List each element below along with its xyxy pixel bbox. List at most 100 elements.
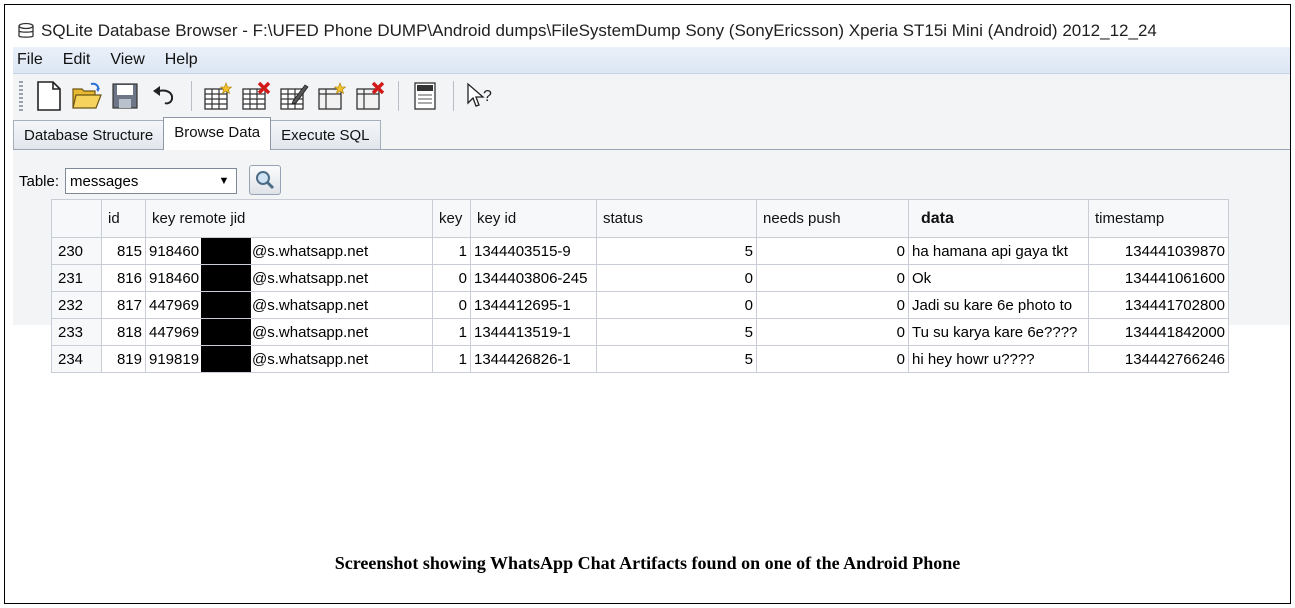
- table-select-value: messages: [70, 172, 139, 190]
- tab-bar: Database Structure Browse Data Execute S…: [13, 117, 1290, 150]
- cell-id[interactable]: 817: [101, 291, 146, 319]
- cell-key-id[interactable]: 1344413519-1: [470, 318, 597, 346]
- redaction-block: [201, 238, 251, 264]
- column-header-row-number[interactable]: [51, 199, 102, 238]
- tab-execute-sql[interactable]: Execute SQL: [270, 120, 381, 149]
- column-header-needs-push[interactable]: needs push: [756, 199, 909, 238]
- whats-this-button[interactable]: ?: [462, 78, 498, 114]
- cell-key[interactable]: 1: [432, 237, 471, 265]
- cell-status[interactable]: 5: [596, 318, 757, 346]
- cell-id[interactable]: 816: [101, 264, 146, 292]
- cell-data[interactable]: Tu su karya kare 6e????: [908, 318, 1089, 346]
- whats-this-icon: ?: [467, 82, 492, 107]
- column-header-status[interactable]: status: [596, 199, 757, 238]
- tab-database-structure[interactable]: Database Structure: [13, 120, 165, 149]
- cell-key-id[interactable]: 1344403515-9: [470, 237, 597, 265]
- cell-timestamp[interactable]: 134441842000: [1088, 318, 1229, 346]
- jid-prefix: 447969: [149, 297, 200, 314]
- column-header-data[interactable]: data: [908, 199, 1089, 238]
- row-number[interactable]: 234: [51, 345, 102, 373]
- row-number[interactable]: 232: [51, 291, 102, 319]
- cell-key[interactable]: 0: [432, 291, 471, 319]
- cell-timestamp[interactable]: 134441061600: [1088, 264, 1229, 292]
- cell-status[interactable]: 5: [596, 237, 757, 265]
- cell-id[interactable]: 819: [101, 345, 146, 373]
- cell-needs-push[interactable]: 0: [756, 318, 909, 346]
- cell-key-id[interactable]: 1344403806-245: [470, 264, 597, 292]
- modify-table-icon: [280, 84, 309, 110]
- sql-log-button[interactable]: [407, 78, 443, 114]
- cell-needs-push[interactable]: 0: [756, 291, 909, 319]
- cell-needs-push[interactable]: 0: [756, 237, 909, 265]
- menu-view[interactable]: View: [100, 51, 154, 69]
- column-header-timestamp[interactable]: timestamp: [1088, 199, 1229, 238]
- cell-key-remote-jid[interactable]: 447969 @s.whatsapp.net: [145, 291, 433, 319]
- cell-status[interactable]: 5: [596, 345, 757, 373]
- column-header-key-id[interactable]: key id: [470, 199, 597, 238]
- save-button[interactable]: [107, 78, 143, 114]
- cell-needs-push[interactable]: 0: [756, 264, 909, 292]
- cell-key-remote-jid[interactable]: 918460 @s.whatsapp.net: [145, 237, 433, 265]
- cell-key[interactable]: 1: [432, 318, 471, 346]
- app-window: SQLite Database Browser - F:\UFED Phone …: [13, 15, 1290, 373]
- modify-table-button[interactable]: [276, 78, 312, 114]
- tab-browse-data[interactable]: Browse Data: [163, 117, 272, 150]
- row-number[interactable]: 230: [51, 237, 102, 265]
- create-index-button[interactable]: [314, 78, 350, 114]
- table-row[interactable]: 234 819 919819 @s.whatsapp.net 1 1344426…: [51, 345, 1229, 373]
- cell-key-id[interactable]: 1344412695-1: [470, 291, 597, 319]
- redaction-block: [201, 292, 251, 318]
- delete-table-button[interactable]: [238, 78, 274, 114]
- toolbar-grip[interactable]: [19, 81, 23, 111]
- cell-data[interactable]: hi hey howr u????: [908, 345, 1089, 373]
- menu-edit[interactable]: Edit: [53, 51, 101, 69]
- cell-id[interactable]: 818: [101, 318, 146, 346]
- redaction-block: [201, 346, 251, 372]
- menu-help[interactable]: Help: [155, 51, 208, 69]
- menu-file[interactable]: File: [13, 51, 53, 69]
- cell-key-remote-jid[interactable]: 919819 @s.whatsapp.net: [145, 345, 433, 373]
- cell-data[interactable]: Jadi su kare 6e photo to: [908, 291, 1089, 319]
- search-button[interactable]: [249, 165, 281, 195]
- cell-key-id[interactable]: 1344426826-1: [470, 345, 597, 373]
- create-table-button[interactable]: [200, 78, 236, 114]
- table-label: Table:: [19, 173, 60, 190]
- column-header-key[interactable]: key: [432, 199, 471, 238]
- toolbar: ?: [13, 74, 1290, 118]
- table-select[interactable]: messages ▼: [65, 168, 237, 194]
- row-number[interactable]: 233: [51, 318, 102, 346]
- chevron-down-icon[interactable]: ▼: [212, 175, 236, 187]
- cell-timestamp[interactable]: 134441702800: [1088, 291, 1229, 319]
- cell-timestamp[interactable]: 134441039870: [1088, 237, 1229, 265]
- open-database-button[interactable]: [69, 78, 105, 114]
- figure-caption: Screenshot showing WhatsApp Chat Artifac…: [334, 553, 961, 573]
- jid-prefix: 918460: [149, 243, 200, 260]
- cell-data[interactable]: Ok: [908, 264, 1089, 292]
- row-number[interactable]: 231: [51, 264, 102, 292]
- column-header-key-remote-jid[interactable]: key remote jid: [145, 199, 433, 238]
- search-icon: [256, 171, 275, 190]
- table-row[interactable]: 232 817 447969 @s.whatsapp.net 0 1344412…: [51, 291, 1229, 319]
- cell-status[interactable]: 0: [596, 291, 757, 319]
- undo-button[interactable]: [145, 78, 181, 114]
- cell-key[interactable]: 0: [432, 264, 471, 292]
- cell-timestamp[interactable]: 134442766246: [1088, 345, 1229, 373]
- jid-suffix: @s.whatsapp.net: [252, 270, 369, 287]
- cell-data[interactable]: ha hamana api gaya tkt: [908, 237, 1089, 265]
- column-header-id[interactable]: id: [101, 199, 146, 238]
- table-row[interactable]: 231 816 918460 @s.whatsapp.net 0 1344403…: [51, 264, 1229, 292]
- delete-index-button[interactable]: [352, 78, 388, 114]
- cell-status[interactable]: 0: [596, 264, 757, 292]
- cell-needs-push[interactable]: 0: [756, 345, 909, 373]
- jid-suffix: @s.whatsapp.net: [252, 243, 369, 260]
- svg-text:?: ?: [483, 88, 492, 105]
- toolbar-separator: [398, 81, 399, 111]
- cell-id[interactable]: 815: [101, 237, 146, 265]
- cell-key[interactable]: 1: [432, 345, 471, 373]
- cell-key-remote-jid[interactable]: 447969 @s.whatsapp.net: [145, 318, 433, 346]
- cell-key-remote-jid[interactable]: 918460 @s.whatsapp.net: [145, 264, 433, 292]
- table-row[interactable]: 230 815 918460 @s.whatsapp.net 1 1344403…: [51, 237, 1229, 265]
- jid-suffix: @s.whatsapp.net: [252, 297, 369, 314]
- new-database-button[interactable]: [31, 78, 67, 114]
- table-row[interactable]: 233 818 447969 @s.whatsapp.net 1 1344413…: [51, 318, 1229, 346]
